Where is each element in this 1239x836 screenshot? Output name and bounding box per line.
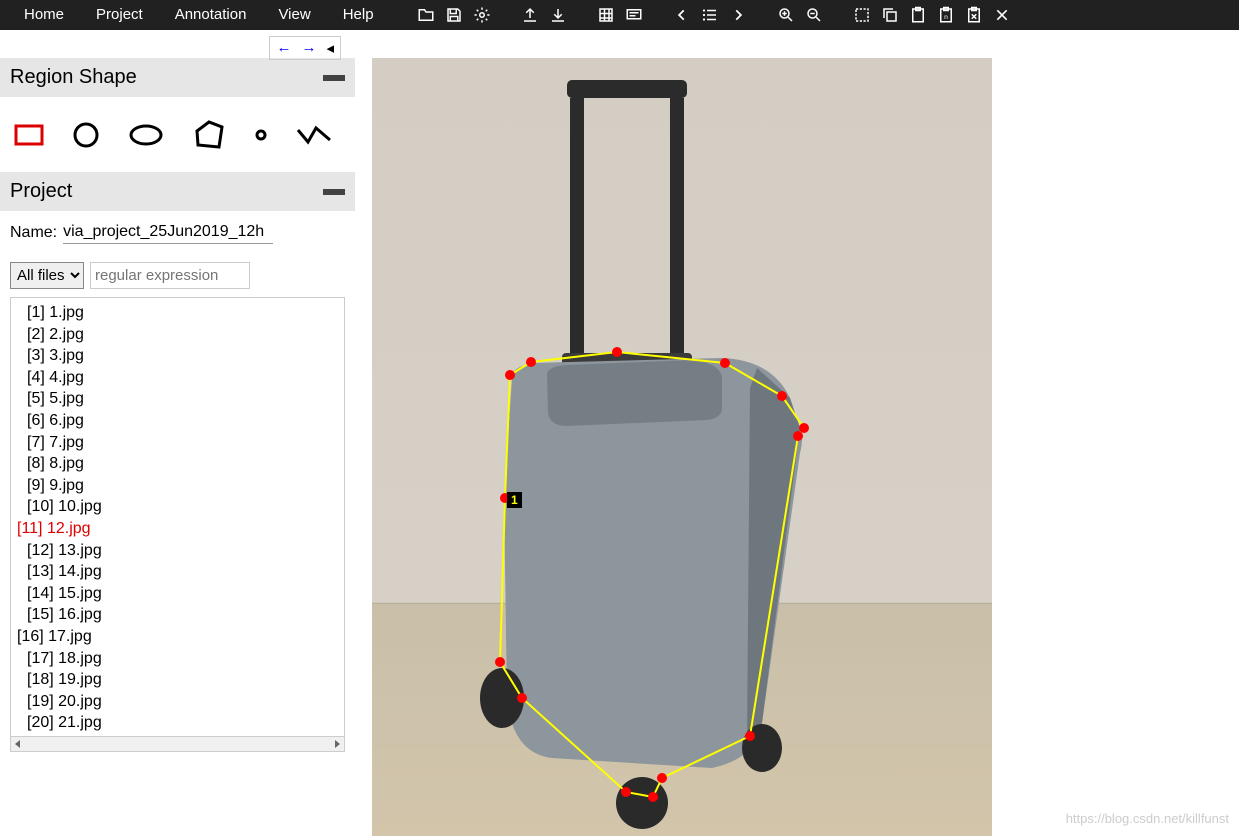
- regex-input[interactable]: [90, 262, 250, 289]
- file-item[interactable]: [3] 3.jpg: [17, 345, 338, 367]
- prev-icon[interactable]: [670, 3, 694, 27]
- project-title: Project: [10, 180, 72, 203]
- download-icon[interactable]: [546, 3, 570, 27]
- file-item[interactable]: [5] 5.jpg: [17, 388, 338, 410]
- file-item[interactable]: [17] 18.jpg: [17, 648, 338, 670]
- file-filter-select[interactable]: All files: [10, 262, 84, 289]
- select-all-icon[interactable]: [850, 3, 874, 27]
- file-item[interactable]: [13] 14.jpg: [17, 561, 338, 583]
- sidebar: ← → ◂ Region Shape Project Name:: [0, 30, 356, 836]
- file-item[interactable]: [2] 2.jpg: [17, 324, 338, 346]
- nav-last-icon[interactable]: ◂: [326, 39, 334, 57]
- collapse-icon[interactable]: [323, 189, 345, 195]
- project-name-input[interactable]: [63, 221, 273, 244]
- region-shape-title: Region Shape: [10, 66, 137, 89]
- file-item[interactable]: [6] 6.jpg: [17, 410, 338, 432]
- paste-x-icon[interactable]: [962, 3, 986, 27]
- gear-icon[interactable]: [470, 3, 494, 27]
- file-item[interactable]: [18] 19.jpg: [17, 669, 338, 691]
- file-item[interactable]: [20] 21.jpg: [17, 712, 338, 734]
- project-panel-header: Project: [0, 172, 355, 211]
- canvas-area[interactable]: 1 https://blog.csdn.net/killfunst: [356, 30, 1239, 836]
- shape-rectangle[interactable]: [14, 124, 44, 149]
- menu-project[interactable]: Project: [80, 0, 159, 30]
- file-item[interactable]: [11] 12.jpg: [17, 518, 338, 540]
- project-name-label: Name:: [10, 224, 57, 242]
- menu-view[interactable]: View: [262, 0, 326, 30]
- shape-circle[interactable]: [72, 121, 100, 152]
- file-item[interactable]: [16] 17.jpg: [17, 626, 338, 648]
- region-shape-panel-header: Region Shape: [0, 58, 355, 97]
- watermark: https://blog.csdn.net/killfunst: [1066, 811, 1229, 826]
- nav-arrows: ← → ◂: [269, 36, 341, 60]
- collapse-icon[interactable]: [323, 75, 345, 81]
- paste-n-icon[interactable]: n: [934, 3, 958, 27]
- svg-text:n: n: [944, 14, 948, 21]
- save-icon[interactable]: [442, 3, 466, 27]
- paste-icon[interactable]: [906, 3, 930, 27]
- list-icon[interactable]: [698, 3, 722, 27]
- close-icon[interactable]: [990, 3, 1014, 27]
- shape-ellipse[interactable]: [128, 123, 164, 150]
- shape-polyline[interactable]: [296, 124, 332, 149]
- folder-icon[interactable]: [414, 3, 438, 27]
- shape-polygon[interactable]: [192, 119, 226, 154]
- file-item[interactable]: [19] 20.jpg: [17, 691, 338, 713]
- image-stage[interactable]: 1: [372, 58, 992, 836]
- annotation-overlay[interactable]: [372, 58, 992, 836]
- file-item[interactable]: [10] 10.jpg: [17, 496, 338, 518]
- region-label: 1: [507, 492, 522, 508]
- copy-icon[interactable]: [878, 3, 902, 27]
- file-list[interactable]: [1] 1.jpg[2] 2.jpg[3] 3.jpg[4] 4.jpg[5] …: [10, 297, 345, 737]
- menu-home[interactable]: Home: [8, 0, 80, 30]
- toolbar: n: [414, 3, 1014, 27]
- file-item[interactable]: [14] 15.jpg: [17, 583, 338, 605]
- horizontal-scrollbar[interactable]: [10, 737, 345, 752]
- nav-first-icon[interactable]: ←: [276, 39, 291, 57]
- menu-help[interactable]: Help: [327, 0, 390, 30]
- file-item[interactable]: [1] 1.jpg: [17, 302, 338, 324]
- file-item[interactable]: [9] 9.jpg: [17, 475, 338, 497]
- upload-icon[interactable]: [518, 3, 542, 27]
- zoom-out-icon[interactable]: [802, 3, 826, 27]
- menu-annotation[interactable]: Annotation: [159, 0, 263, 30]
- grid-icon[interactable]: [594, 3, 618, 27]
- shape-tools: [0, 97, 355, 172]
- annotations-icon[interactable]: [622, 3, 646, 27]
- shape-point[interactable]: [254, 128, 268, 145]
- file-item[interactable]: [4] 4.jpg: [17, 367, 338, 389]
- file-item[interactable]: [12] 13.jpg: [17, 540, 338, 562]
- file-item[interactable]: [15] 16.jpg: [17, 604, 338, 626]
- nav-next-icon[interactable]: →: [301, 39, 316, 57]
- menubar: HomeProjectAnnotationViewHelp n: [0, 0, 1239, 30]
- file-item[interactable]: [8] 8.jpg: [17, 453, 338, 475]
- zoom-in-icon[interactable]: [774, 3, 798, 27]
- file-item[interactable]: [7] 7.jpg: [17, 432, 338, 454]
- next-icon[interactable]: [726, 3, 750, 27]
